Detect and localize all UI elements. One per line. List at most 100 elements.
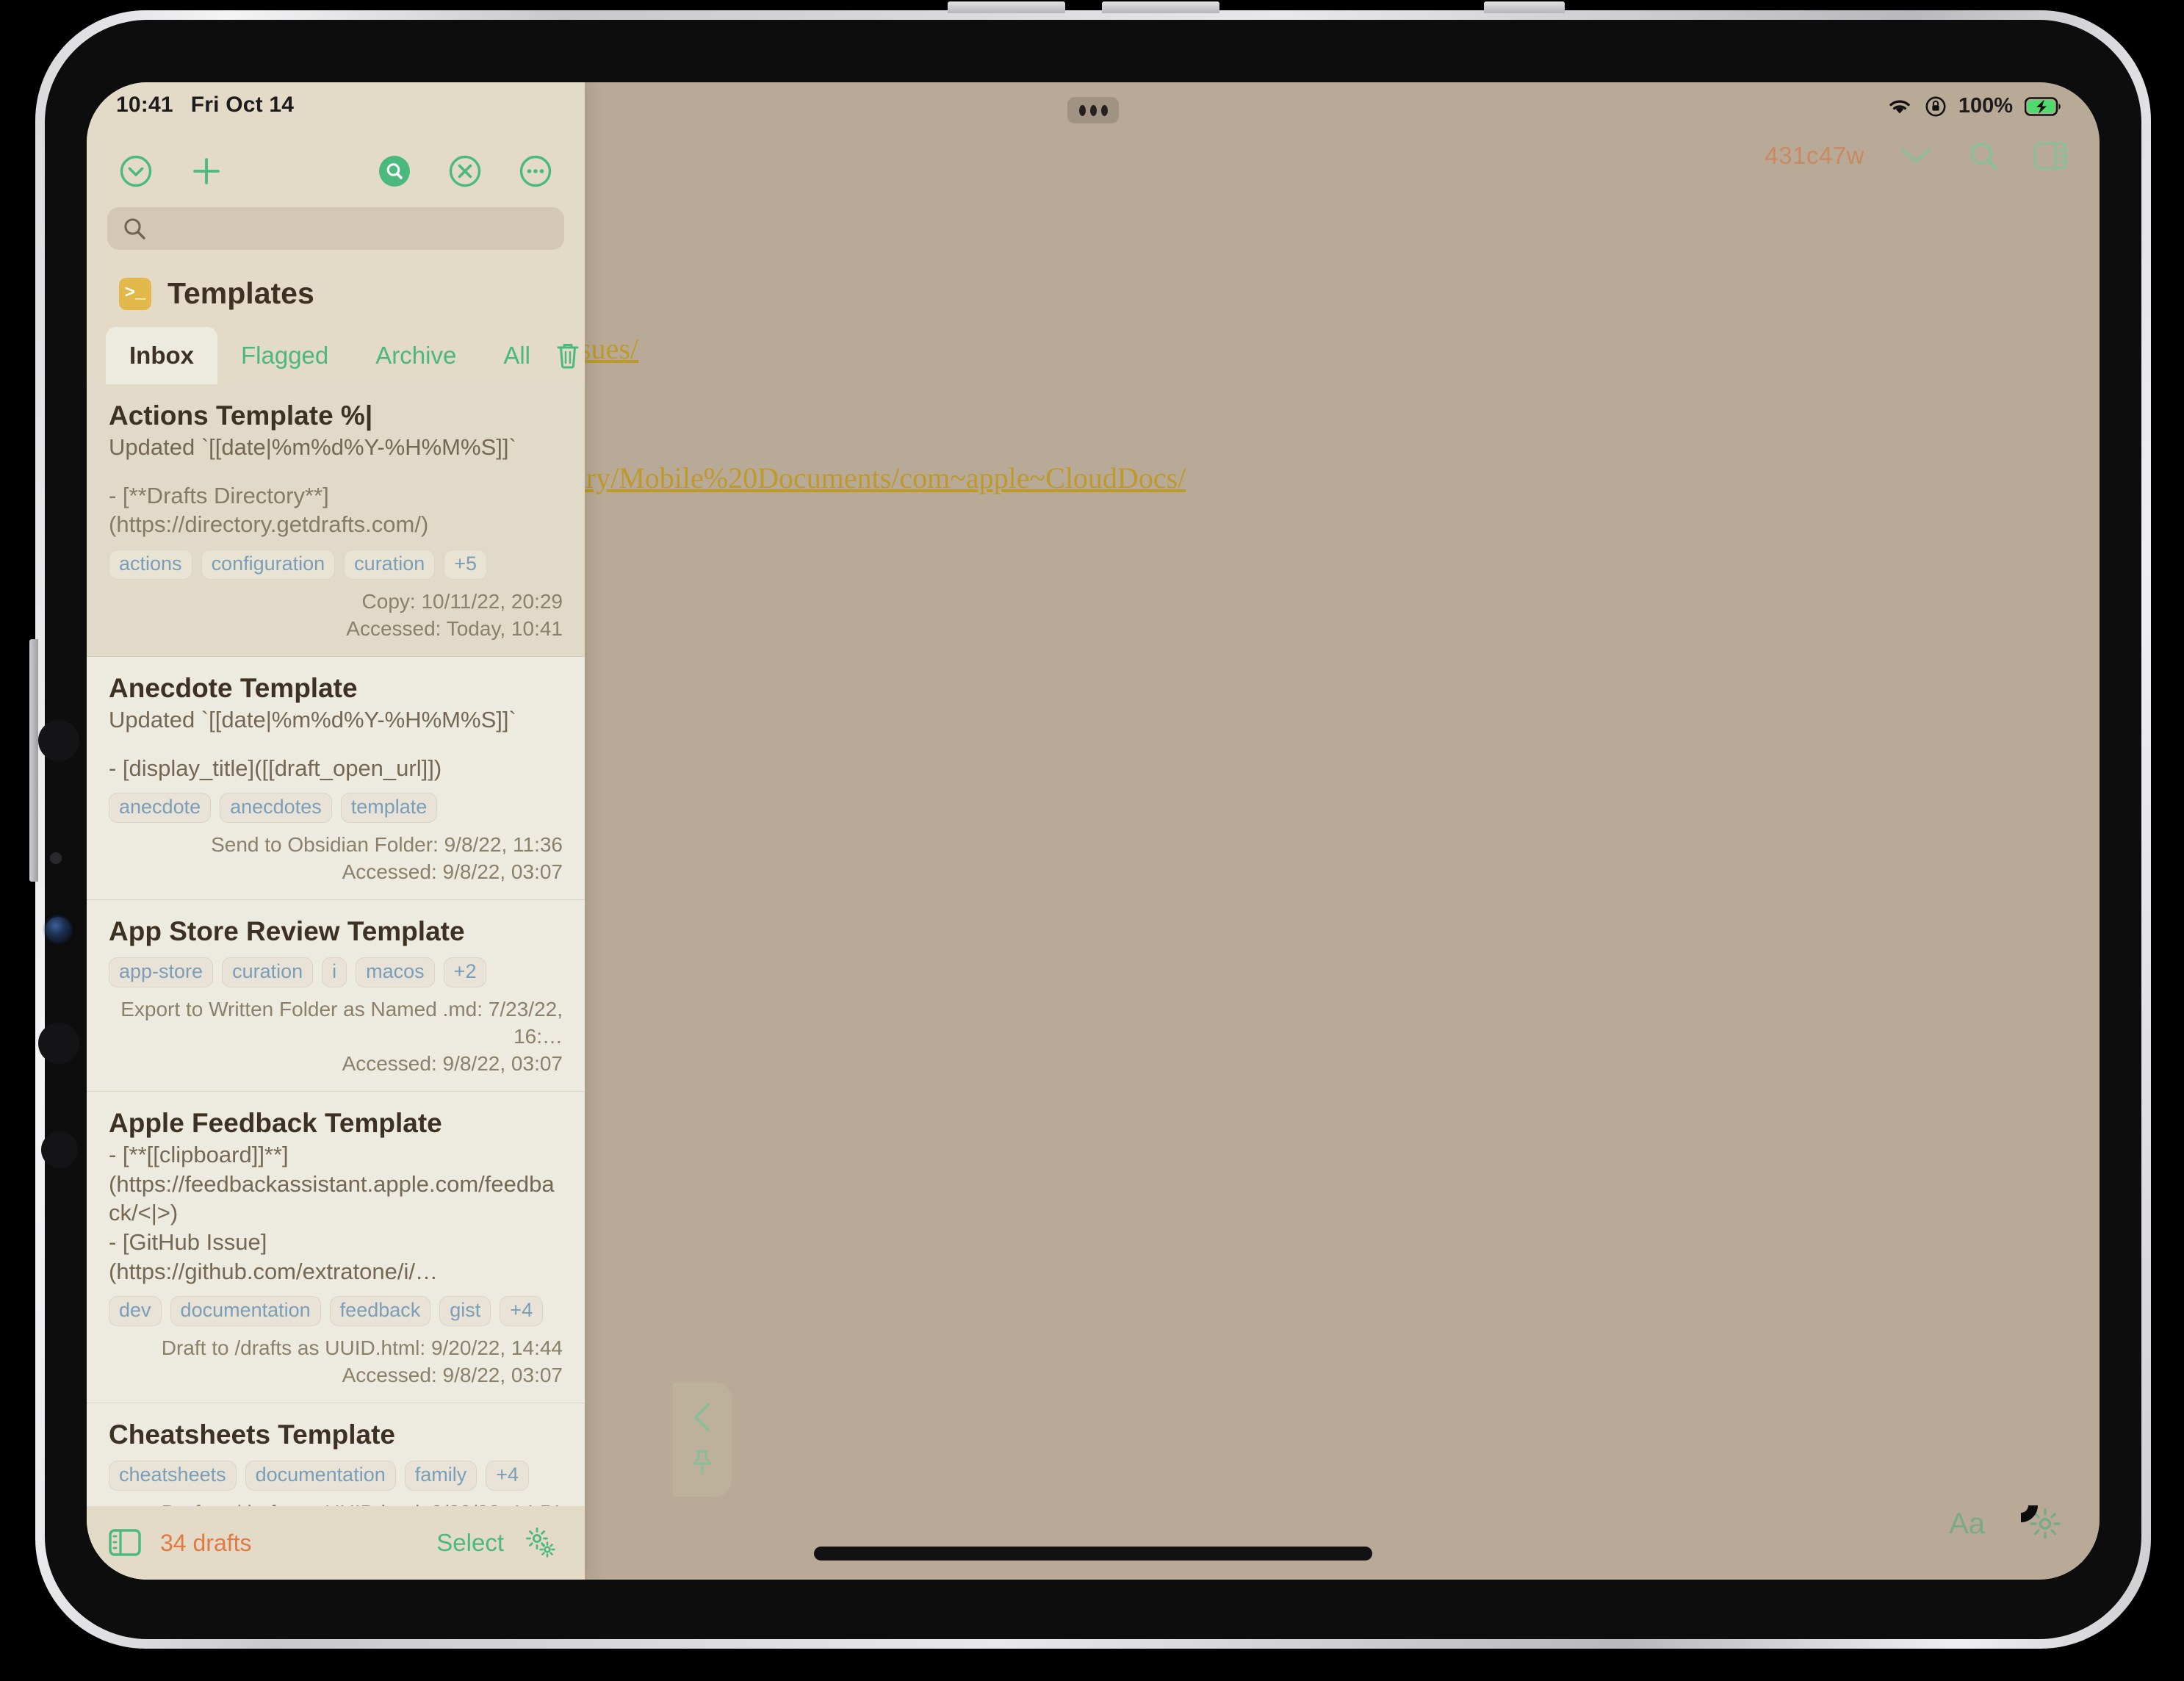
workspace-header[interactable]: >_ Templates [87,250,585,327]
tag[interactable]: documentation [245,1461,396,1491]
select-button[interactable]: Select [436,1529,504,1557]
tab-archive[interactable]: Archive [352,327,480,384]
tag[interactable]: curation [222,957,314,988]
tag[interactable]: curation [344,550,436,580]
draft-meta: Send to Obsidian Folder: 9/8/22, 11:36 A… [109,832,563,886]
gears-icon[interactable] [523,1526,558,1560]
tag[interactable]: cheatsheets [109,1461,237,1491]
tag[interactable]: family [404,1461,477,1491]
draft-preview-gap [109,735,563,754]
draft-meta: Export to Written Folder as Named .md: 7… [109,996,563,1078]
editor-toolbar: 431c47w [1765,140,2067,172]
volume-down-button [1102,1,1219,13]
tag[interactable]: macos [356,957,435,988]
tag-overflow-count[interactable]: +5 [444,550,488,580]
tag[interactable]: documentation [170,1296,321,1327]
tag[interactable]: i [322,957,347,988]
battery-percent-label: 100% [1958,94,2013,118]
search-icon [122,216,147,241]
chevron-left-icon[interactable] [688,1400,716,1434]
tag-row: anecdote anecdotes template [109,793,563,824]
tag[interactable]: template [340,793,438,824]
tag[interactable]: anecdote [109,793,212,824]
rotation-lock-icon [1925,96,1947,118]
speaker-hole-bottom [41,1131,78,1168]
sidebar-search-wrap [87,207,585,250]
drafts-list[interactable]: Actions Template %| Updated `[[date|%m%d… [87,384,585,1506]
tag[interactable]: actions [109,550,192,580]
draft-preview-line: - [**[[clipboard]]**](https://feedbackas… [109,1142,555,1226]
search-filled-circle-icon[interactable] [378,154,411,188]
tag[interactable]: dev [109,1296,162,1327]
list-item[interactable]: Cheatsheets Template cheatsheets documen… [87,1403,585,1506]
tag-row: actions configuration curation +5 [109,550,563,580]
draft-meta-accessed: Accessed: 9/8/22, 03:07 [342,1364,563,1387]
tab-all[interactable]: All [480,327,554,384]
list-item[interactable]: Actions Template %| Updated `[[date|%m%d… [87,384,585,657]
workspace-name: Templates [167,276,314,310]
search-field[interactable] [107,207,564,250]
search-input[interactable] [157,216,549,241]
draft-preview-line: - [**Drafts Directory**](https://directo… [109,482,429,538]
draft-preview-line: - [display_title]([[draft_open_url]]) [109,755,442,781]
sidebar-panel-icon[interactable] [109,1528,141,1558]
draft-preview-line: - [GitHub Issue](https://github.com/extr… [109,1229,438,1284]
list-item[interactable]: App Store Review Template app-store cura… [87,900,585,1093]
tag[interactable]: gist [439,1296,491,1327]
draft-preview-line: Updated `[[date|%m%d%Y-%H%M%S]]` [109,706,516,732]
draft-meta-action: Draft to /drafts as UUID.html: 9/20/22, … [109,1500,563,1506]
volume-up-button [948,1,1065,13]
sidebar-toolbar [87,135,585,207]
list-item[interactable]: Apple Feedback Template - [**[[clipboard… [87,1092,585,1404]
tag[interactable]: configuration [201,550,336,580]
drafts-sidebar: 10:41 Fri Oct 14 >_ Templates Inbox Flag… [87,82,585,1580]
draft-meta-action: Copy: 10/11/22, 20:29 [361,590,563,613]
plus-icon[interactable] [190,154,223,188]
date-label: Fri Oct 14 [190,93,295,117]
home-indicator [814,1547,1372,1561]
ipad-screen: 100% 431c47w areddocuments:///private/va… [87,82,2100,1580]
search-icon[interactable] [1967,140,2000,172]
draft-title: Anecdote Template [109,672,358,703]
draft-preview-gap [109,462,563,481]
draft-title: Apple Feedback Template [109,1108,442,1139]
front-camera [46,917,71,942]
tag[interactable]: feedback [329,1296,431,1327]
list-item[interactable]: Anecdote Template Updated `[[date|%m%d%Y… [87,657,585,901]
sidebar-toggle-icon[interactable] [2033,141,2067,170]
tag[interactable]: anecdotes [220,793,332,824]
tag[interactable]: app-store [109,957,214,988]
ellipsis-circle-icon[interactable] [519,154,552,188]
tag-row: app-store curation i macos +2 [109,957,563,988]
tab-inbox[interactable]: Inbox [106,327,217,384]
draft-meta: Draft to /drafts as UUID.html: 9/20/22, … [109,1500,563,1506]
terminal-prompt-icon: >_ [119,277,151,310]
trash-icon[interactable] [554,327,591,384]
draft-meta-action: Send to Obsidian Folder: 9/8/22, 11:36 [211,833,563,857]
speaker-hole-mid [38,1023,79,1064]
tag-overflow-count[interactable]: +2 [443,957,487,988]
sidebar-status-bar-area: 10:41 Fri Oct 14 [87,82,585,135]
text-size-button[interactable]: Aa [1949,1508,1985,1541]
draft-meta: Copy: 10/11/22, 20:29 Accessed: Today, 1… [109,588,563,643]
multitasking-dots-icon[interactable] [1067,97,1119,123]
tab-flagged[interactable]: Flagged [217,327,352,384]
draft-meta-accessed: Accessed: 9/8/22, 03:07 [342,1052,563,1076]
pin-icon[interactable] [689,1448,716,1479]
speaker-hole-top [38,720,79,761]
tag-row: dev documentation feedback gist +4 [109,1296,563,1327]
draft-meta-action: Draft to /drafts as UUID.html: 9/20/22, … [161,1336,563,1360]
draft-meta: Draft to /drafts as UUID.html: 9/20/22, … [109,1335,563,1389]
draft-title: App Store Review Template [109,916,465,947]
x-circle-icon[interactable] [448,154,482,188]
clock-label: 10:41 [116,93,173,117]
sidebar-bottom-bar: 34 drafts Select [87,1506,585,1580]
battery-charging-icon [2025,96,2061,116]
chevron-down-circle-icon[interactable] [119,154,153,188]
tag-overflow-count[interactable]: +4 [500,1296,544,1327]
tag-overflow-count[interactable]: +4 [486,1461,530,1491]
collapsed-panel-tab[interactable] [673,1383,732,1497]
draft-title: Cheatsheets Template [109,1419,395,1450]
sidebar-tab-bar: Inbox Flagged Archive All [87,327,585,384]
chevron-down-icon[interactable] [1898,145,1933,167]
